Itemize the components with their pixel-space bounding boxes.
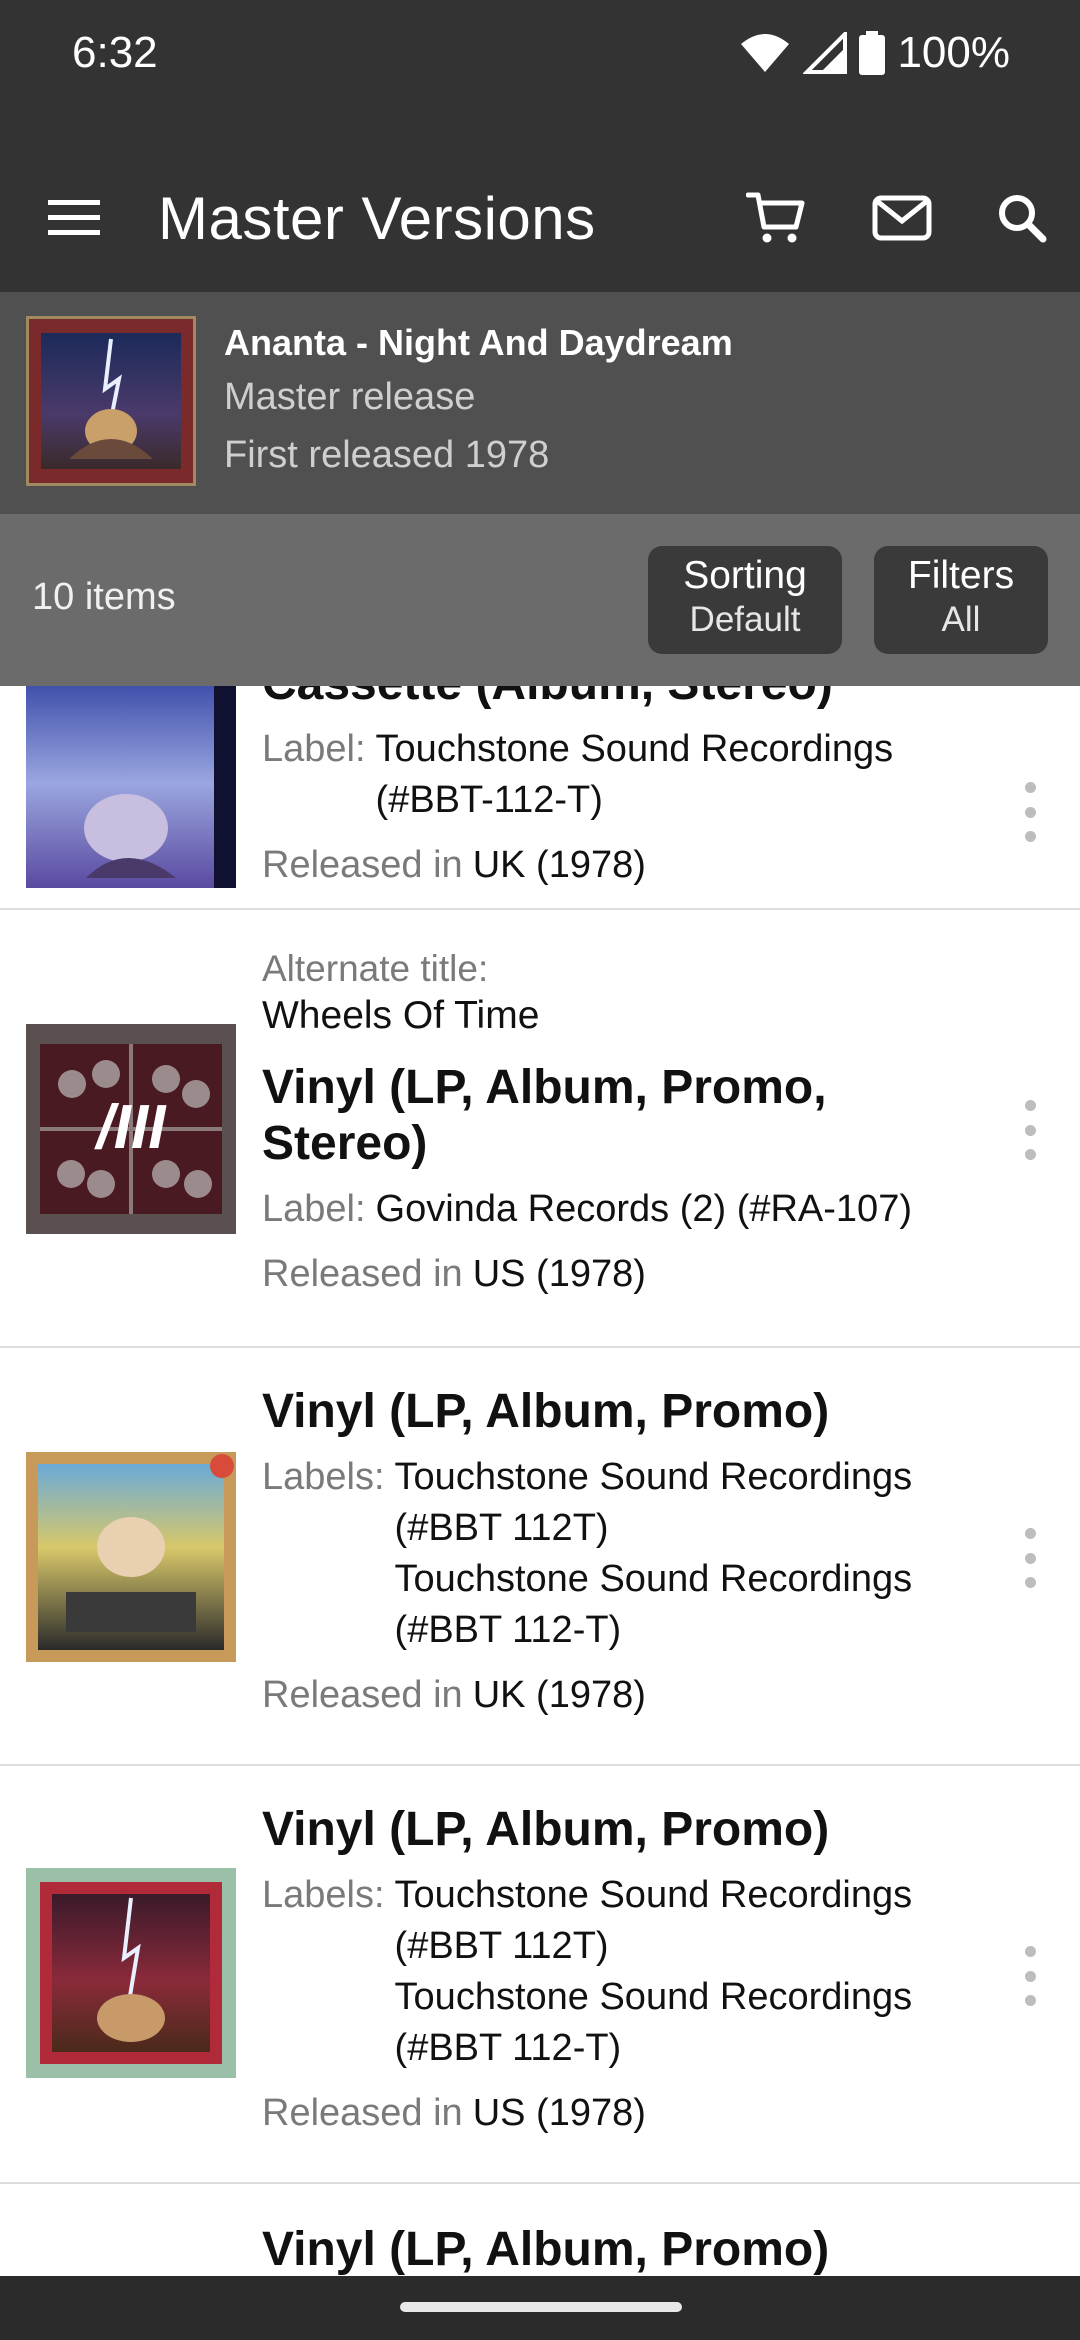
item-label-value: Touchstone Sound Recordings (#BBT 112T) — [394, 1456, 913, 1549]
cart-button[interactable] — [740, 182, 812, 254]
item-cover-image — [26, 686, 236, 888]
svg-text:/III: /III — [94, 1093, 168, 1162]
item-label-key: Labels: — [262, 1874, 385, 1916]
item-released-key: Released in — [262, 844, 463, 886]
item-released-key: Released in — [262, 1253, 463, 1295]
messages-button[interactable] — [866, 182, 938, 254]
item-more-button[interactable] — [1022, 782, 1038, 842]
wifi-icon — [741, 34, 790, 72]
page-title: Master Versions — [158, 185, 596, 252]
item-released-key: Released in — [262, 2092, 463, 2134]
status-time: 6:32 — [72, 28, 158, 77]
items-count: 10 items — [32, 576, 176, 618]
cart-icon — [746, 192, 805, 243]
release-cover-image — [26, 316, 196, 486]
item-released-key: Released in — [262, 1674, 463, 1716]
item-released-value: UK (1978) — [472, 1674, 646, 1716]
release-header[interactable]: Ananta - Night And Daydream Master relea… — [0, 292, 1080, 514]
signal-icon — [803, 32, 848, 74]
item-label-value: Touchstone Sound Recordings (#BBT 112T) — [394, 1874, 913, 1967]
release-title: Ananta - Night And Daydream — [224, 322, 733, 363]
item-released: Released in US (1978) — [262, 2088, 962, 2139]
item-label-key: Labels: — [262, 1456, 385, 1498]
item-cover-image — [26, 1868, 236, 2078]
item-released-value: US (1978) — [472, 1253, 646, 1295]
item-labels: Labels: Touchstone Sound Recordings (#BB… — [262, 1452, 962, 1656]
item-label-value: Govinda Records (2) (#RA-107) — [375, 1188, 912, 1230]
home-gesture-handle[interactable] — [400, 2302, 682, 2312]
mail-icon — [872, 195, 932, 241]
menu-icon — [48, 200, 100, 235]
item-label-value: Touchstone Sound Recordings (#BBT 112-T) — [394, 1558, 913, 1651]
list-item[interactable]: Cassette (Album, Stereo) Label: Touchsto… — [0, 686, 1080, 910]
app-bar: Master Versions — [0, 108, 1080, 292]
item-format: Vinyl (LP, Album, Promo) — [262, 1385, 830, 1438]
search-button[interactable] — [986, 182, 1058, 254]
item-cover-image: /III — [26, 1024, 236, 1234]
list-item[interactable]: Vinyl (LP, Album, Promo) — [0, 2184, 1080, 2276]
search-icon — [999, 195, 1047, 243]
item-released-value: UK (1978) — [472, 844, 646, 886]
item-format: Vinyl (LP, Album, Promo) — [262, 1803, 830, 1856]
item-alt-title: Wheels Of Time — [262, 994, 540, 1037]
item-released: Released in UK (1978) — [262, 1670, 962, 1721]
sorting-button[interactable]: Sorting Default — [648, 546, 842, 654]
item-more-button[interactable] — [1022, 1100, 1038, 1160]
filters-value: All — [941, 600, 981, 639]
list-item[interactable]: Vinyl (LP, Album, Promo) Labels: Touchst… — [0, 1348, 1080, 1766]
item-cover-image — [26, 1452, 236, 1662]
release-first-released: First released 1978 — [224, 434, 550, 476]
item-label-key: Label: — [262, 728, 366, 770]
menu-button[interactable] — [38, 182, 110, 254]
status-bar: 6:32 100% — [0, 0, 1080, 108]
item-alt-title-label: Alternate title: — [262, 948, 489, 989]
item-label-key: Label: — [262, 1188, 366, 1230]
versions-list[interactable]: Cassette (Album, Stereo) Label: Touchsto… — [0, 686, 1080, 2276]
item-format: Vinyl (LP, Album, Promo, Stereo) — [262, 1061, 827, 1170]
sorting-value: Default — [689, 600, 801, 639]
item-released: Released in US (1978) — [262, 1249, 962, 1300]
battery-percent: 100% — [897, 28, 1010, 77]
list-item[interactable]: Vinyl (LP, Album, Promo) Labels: Touchst… — [0, 1766, 1080, 2184]
item-more-button[interactable] — [1022, 1946, 1038, 2006]
release-type: Master release — [224, 376, 476, 418]
list-toolbar: 10 items Sorting Default Filters All — [0, 514, 1080, 686]
sorting-label: Sorting — [683, 554, 807, 597]
item-released-value: US (1978) — [472, 2092, 646, 2134]
item-label: Label: Govinda Records (2) (#RA-107) — [262, 1184, 962, 1235]
item-format: Cassette (Album, Stereo) — [262, 686, 962, 712]
status-icons: 100% — [739, 28, 1010, 78]
list-item[interactable]: /III Alternate title: Wheels Of Time Vin… — [0, 910, 1080, 1348]
item-labels: Labels: Touchstone Sound Recordings (#BB… — [262, 1870, 962, 2074]
system-navigation-bar — [0, 2276, 1080, 2340]
filters-label: Filters — [907, 554, 1015, 597]
battery-icon — [859, 31, 886, 75]
item-label-value: Touchstone Sound Recordings (#BBT 112-T) — [394, 1976, 913, 2069]
item-label: Label: Touchstone Sound Recordings (#BBT… — [262, 724, 962, 826]
item-more-button[interactable] — [1022, 1528, 1038, 1588]
item-label-value: Touchstone Sound Recordings (#BBT-112-T) — [375, 728, 894, 821]
item-released: Released in UK (1978) — [262, 840, 962, 891]
item-format: Vinyl (LP, Album, Promo) — [262, 2223, 830, 2276]
filters-button[interactable]: Filters All — [874, 546, 1048, 654]
